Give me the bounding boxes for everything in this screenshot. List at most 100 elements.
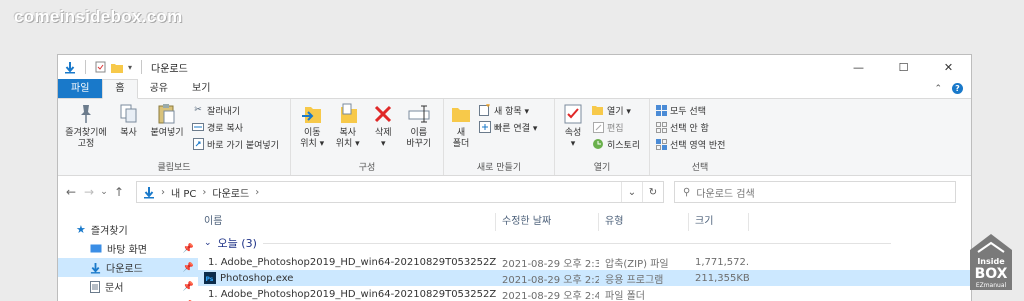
file-row[interactable]: PsPhotoshop.exe 2021-08-29 오후 2:24 응용 프로… — [198, 270, 971, 286]
paste-label: 붙여넣기 — [150, 128, 183, 139]
close-button[interactable]: ✕ — [926, 55, 971, 79]
open-button[interactable]: 열기 ▾ — [592, 103, 640, 117]
paste-shortcut-icon — [192, 138, 204, 150]
recent-locations-icon[interactable]: ⌄ — [98, 187, 110, 197]
divider — [263, 243, 891, 244]
address-dropdown-icon[interactable]: ⌄ — [621, 182, 642, 202]
history-icon — [592, 138, 604, 150]
select-all-icon — [655, 104, 667, 116]
up-arrow-icon[interactable]: ↑ — [110, 185, 128, 199]
document-icon — [90, 281, 100, 293]
organize-group-label: 구성 — [291, 160, 443, 173]
sidebar-quick-access-label: 즐겨찾기 — [91, 222, 128, 237]
logo-line-2: BOX — [975, 266, 1008, 282]
rename-label: 이름 바꾸기 — [406, 128, 431, 150]
delete-x-icon — [373, 104, 393, 124]
pin-icon: 📌 — [183, 282, 194, 292]
tab-file[interactable]: 파일 — [58, 79, 102, 98]
file-row[interactable]: 1. Adobe_Photoshop2019_HD_win64-20210829… — [198, 286, 971, 301]
column-header-type[interactable]: 유형 — [599, 213, 689, 231]
site-watermark: comeinsidebox.com — [14, 7, 183, 27]
easy-access-icon — [479, 121, 491, 133]
file-type: 압축(ZIP) 파일 — [599, 255, 689, 270]
column-header-size[interactable]: 크기 — [689, 213, 749, 231]
tab-share[interactable]: 공유 — [138, 80, 180, 98]
properties-check-icon[interactable] — [95, 61, 106, 73]
easy-access-label: 빠른 연결 ▾ — [494, 121, 537, 134]
new-folder-icon[interactable] — [111, 62, 123, 73]
title-bar: ▾ 다운로드 — ☐ ✕ — [58, 55, 971, 79]
breadcrumb-this-pc[interactable]: 내 PC — [171, 185, 196, 200]
properties-icon — [564, 104, 582, 124]
file-size: 1,771,572... — [689, 257, 749, 268]
download-location-icon — [143, 186, 155, 199]
forward-arrow-icon[interactable]: → — [80, 185, 98, 199]
tab-view[interactable]: 보기 — [180, 80, 222, 98]
copy-path-button[interactable]: 경로 복사 — [192, 120, 279, 134]
cut-button[interactable]: ✂잘라내기 — [192, 103, 279, 117]
search-icon: ⚲ — [683, 187, 690, 198]
group-header-today[interactable]: ⌄ 오늘 (3) — [198, 232, 971, 254]
back-arrow-icon[interactable]: ← — [62, 185, 80, 199]
file-date: 2021-08-29 오후 2:35 — [496, 255, 599, 270]
select-all-button[interactable]: 모두 선택 — [655, 103, 725, 117]
refresh-icon[interactable]: ↻ — [642, 182, 663, 202]
open-folder-icon — [592, 104, 604, 116]
organize-group: 이동 위치 ▾ 복사 위치 ▾ 삭제 ▾ 이름 바꾸기 구성 — [291, 99, 444, 175]
search-box[interactable]: ⚲ 다운로드 검색 — [674, 181, 956, 203]
copy-label: 복사 — [120, 128, 137, 139]
edit-icon — [592, 121, 604, 133]
breadcrumb-separator: › — [255, 187, 259, 198]
sidebar-item-label: 바탕 화면 — [107, 241, 147, 256]
history-button[interactable]: 히스토리 — [592, 137, 640, 151]
chevron-down-icon: ⌄ — [204, 238, 212, 248]
insidebox-logo: Inside BOX EZmanual — [966, 232, 1016, 294]
paste-shortcut-label: 바로 가기 붙여넣기 — [207, 138, 279, 151]
sidebar-quick-access[interactable]: ★ 즐겨찾기 — [58, 220, 198, 239]
paste-icon — [158, 103, 176, 125]
minimize-button[interactable]: — — [836, 55, 881, 79]
open-group: 속성 ▾ 열기 ▾ 편집 히스토리 열기 — [555, 99, 650, 175]
file-row[interactable]: zip1. Adobe_Photoshop2019_HD_win64-20210… — [198, 254, 971, 270]
edit-button[interactable]: 편집 — [592, 120, 640, 134]
sidebar-item-desktop[interactable]: 바탕 화면 📌 — [58, 239, 198, 258]
collapse-ribbon-icon[interactable]: ⌃ — [934, 84, 942, 94]
clipboard-group: 즐겨찾기에 고정 복사 붙여넣기 ✂잘라내기 경로 복사 바로 가기 붙여넣기 … — [58, 99, 291, 175]
open-label: 열기 ▾ — [607, 104, 631, 117]
file-date: 2021-08-29 오후 2:24 — [496, 271, 599, 286]
maximize-button[interactable]: ☐ — [881, 55, 926, 79]
cut-label: 잘라내기 — [207, 104, 240, 117]
rename-icon — [408, 104, 430, 124]
properties-label: 속성 ▾ — [565, 128, 582, 150]
content-area: ★ 즐겨찾기 바탕 화면 📌 다운로드 📌 문서 📌 사진 📌 — [58, 208, 971, 301]
address-controls: ⌄ ↻ — [621, 182, 663, 202]
column-header-name[interactable]: 이름 — [198, 213, 496, 231]
divider — [141, 60, 142, 74]
file-name: Photoshop.exe — [220, 273, 293, 284]
customize-dropdown-icon[interactable]: ▾ — [128, 63, 132, 72]
easy-access-button[interactable]: 빠른 연결 ▾ — [479, 120, 537, 134]
pin-icon: 📌 — [183, 263, 194, 273]
sidebar-item-pictures[interactable]: 사진 📌 — [58, 296, 198, 301]
paste-shortcut-button[interactable]: 바로 가기 붙여넣기 — [192, 137, 279, 151]
invert-selection-button[interactable]: 선택 영역 반전 — [655, 137, 725, 151]
new-item-button[interactable]: 새 항목 ▾ — [479, 103, 537, 117]
column-header-date[interactable]: 수정한 날짜 — [496, 213, 599, 231]
address-bar[interactable]: › 내 PC › 다운로드 › ⌄ ↻ — [136, 181, 664, 203]
invert-selection-label: 선택 영역 반전 — [670, 138, 725, 151]
help-icon[interactable]: ? — [952, 83, 963, 94]
tab-home[interactable]: 홈 — [102, 79, 137, 99]
photoshop-icon: Ps — [204, 272, 216, 284]
star-icon: ★ — [76, 223, 86, 236]
svg-text:Ps: Ps — [206, 276, 214, 283]
new-item-label: 새 항목 ▾ — [494, 104, 529, 117]
file-date: 2021-08-29 오후 2:42 — [496, 287, 599, 301]
clipboard-group-label: 클립보드 — [58, 160, 290, 173]
sidebar-item-documents[interactable]: 문서 📌 — [58, 277, 198, 296]
search-placeholder: 다운로드 검색 — [696, 185, 754, 200]
sidebar-item-downloads[interactable]: 다운로드 📌 — [58, 258, 198, 277]
file-type: 파일 폴더 — [599, 287, 689, 301]
breadcrumb-downloads[interactable]: 다운로드 — [212, 185, 249, 200]
select-none-button[interactable]: 선택 안 함 — [655, 120, 725, 134]
new-group: 새 폴더 새 항목 ▾ 빠른 연결 ▾ 새로 만들기 — [444, 99, 555, 175]
